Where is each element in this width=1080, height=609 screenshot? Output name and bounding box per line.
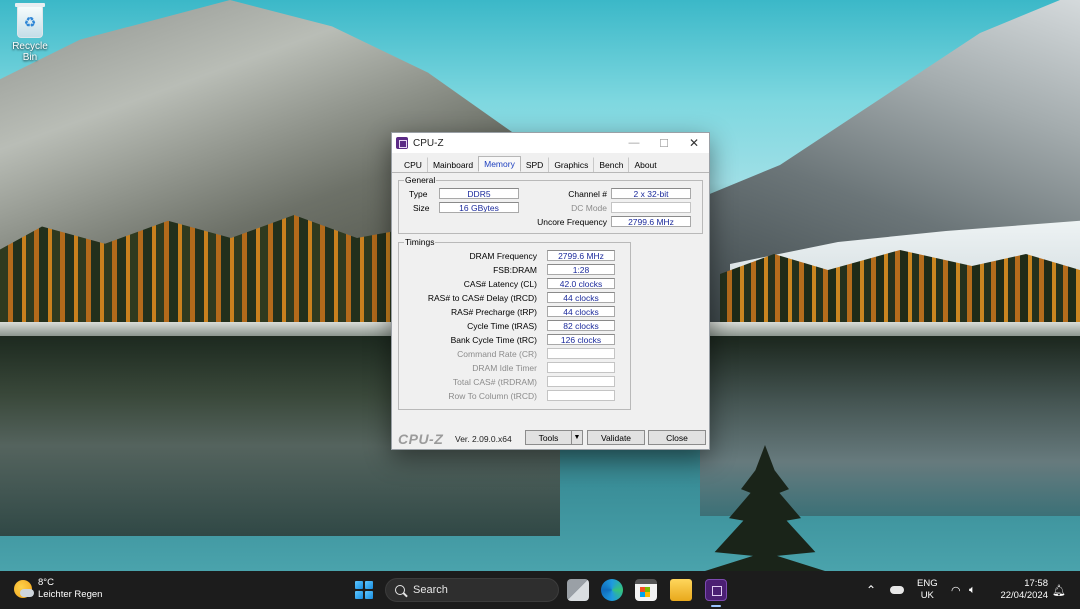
weather-icon — [14, 580, 34, 598]
cpuz-window[interactable]: CPU-Z — ☐ ✕ CPU Mainboard Memory SPD Gra… — [391, 132, 710, 450]
onedrive-tray-button[interactable] — [890, 571, 904, 609]
taskbar: 8°C Leichter Regen Search ⌃ ENG UK ◠ 🔈︎ … — [0, 571, 1080, 609]
timing-value-dram-frequency: 2799.6 MHz — [547, 250, 615, 261]
clock-date: 22/04/2024 — [1000, 590, 1048, 601]
validate-button[interactable]: Validate — [587, 430, 645, 445]
timing-label-cas-latency: CAS# Latency (CL) — [463, 279, 537, 289]
speaker-icon: 🔈︎ — [969, 583, 976, 596]
general-group-label: General — [404, 175, 437, 185]
window-footer: CPU-Z Ver. 2.09.0.x64 Tools ▼ Validate C… — [392, 429, 709, 449]
chevron-down-icon: ▼ — [573, 434, 581, 441]
timing-value-row-to-column — [547, 390, 615, 401]
wallpaper-forest-right — [720, 250, 1080, 330]
dc-mode-value — [611, 202, 691, 213]
edge-browser-icon[interactable] — [601, 579, 623, 601]
search-icon — [395, 585, 405, 595]
tab-cpu[interactable]: CPU — [398, 157, 428, 172]
timing-value-trc: 126 clocks — [547, 334, 615, 345]
timing-value-cas-latency: 42.0 clocks — [547, 278, 615, 289]
tab-bench[interactable]: Bench — [593, 157, 629, 172]
cpuz-app-icon — [396, 137, 408, 149]
uncore-frequency-value: 2799.6 MHz — [611, 216, 691, 227]
size-value: 16 GBytes — [439, 202, 519, 213]
timing-value-trcd: 44 clocks — [547, 292, 615, 303]
minimize-button[interactable]: — — [619, 133, 649, 153]
type-label: Type — [409, 189, 428, 199]
taskbar-search-box[interactable]: Search — [385, 578, 559, 602]
maximize-button[interactable]: ☐ — [649, 133, 679, 153]
recycle-bin-icon — [15, 3, 45, 38]
tab-spd[interactable]: SPD — [519, 157, 549, 172]
keyboard-layout: UK — [920, 590, 934, 601]
cloud-icon — [890, 586, 904, 594]
weather-widget[interactable]: 8°C Leichter Regen — [14, 577, 102, 601]
windows-logo-icon — [355, 581, 364, 590]
timing-label-tras: Cycle Time (tRAS) — [467, 321, 537, 331]
window-titlebar[interactable]: CPU-Z — ☐ ✕ — [392, 133, 709, 153]
clock-button[interactable]: 17:58 22/04/2024 — [994, 571, 1048, 609]
tab-mainboard[interactable]: Mainboard — [426, 157, 479, 172]
active-app-indicator — [711, 605, 721, 607]
tab-memory[interactable]: Memory — [478, 156, 521, 172]
timing-label-trcd: RAS# to CAS# Delay (tRCD) — [427, 293, 537, 303]
wifi-icon: ◠ — [951, 584, 961, 597]
close-button[interactable]: Close — [648, 430, 706, 445]
input-language-button[interactable]: ENG UK — [917, 571, 938, 609]
desktop-icon-recycle-bin[interactable]: Recycle Bin — [4, 3, 56, 63]
timing-value-total-cas — [547, 376, 615, 387]
timing-label-total-cas: Total CAS# (tRDRAM) — [452, 377, 537, 387]
file-explorer-icon[interactable] — [670, 579, 692, 601]
dc-mode-label: DC Mode — [571, 203, 607, 213]
language-code: ENG — [917, 578, 938, 589]
volume-button[interactable]: 🔈︎ — [969, 571, 976, 609]
timing-value-fsb-dram: 1:28 — [547, 264, 615, 275]
tools-button[interactable]: Tools — [525, 430, 572, 445]
channel-value: 2 x 32-bit — [611, 188, 691, 199]
timing-label-dram-frequency: DRAM Frequency — [469, 251, 537, 261]
weather-description: Leichter Regen — [38, 589, 103, 600]
timing-label-trp: RAS# Precharge (tRP) — [451, 307, 537, 317]
bell-icon: 🔔︎ — [1052, 584, 1066, 597]
chevron-up-icon: ⌃ — [866, 583, 877, 597]
type-value: DDR5 — [439, 188, 519, 199]
cpuz-brand-logo: CPU-Z — [398, 431, 444, 447]
tab-about[interactable]: About — [628, 157, 662, 172]
timing-label-fsb-dram: FSB:DRAM — [493, 265, 537, 275]
tools-dropdown-button[interactable]: ▼ — [571, 430, 583, 445]
weather-temperature: 8°C — [38, 577, 54, 588]
size-label: Size — [413, 203, 430, 213]
general-group: General Type DDR5 Size 16 GBytes Channel… — [398, 175, 703, 234]
search-placeholder: Search — [413, 584, 448, 596]
timing-label-dram-idle-timer: DRAM Idle Timer — [472, 363, 537, 373]
timing-value-trp: 44 clocks — [547, 306, 615, 317]
timing-value-dram-idle-timer — [547, 362, 615, 373]
channel-label: Channel # — [568, 189, 607, 199]
tab-bar: CPU Mainboard Memory SPD Graphics Bench … — [392, 153, 709, 173]
show-hidden-icons-button[interactable]: ⌃ — [866, 571, 876, 609]
task-view-icon[interactable] — [567, 579, 589, 601]
uncore-frequency-label: Uncore Frequency — [537, 217, 607, 227]
timing-value-command-rate — [547, 348, 615, 359]
timing-value-tras: 82 clocks — [547, 320, 615, 331]
timing-label-row-to-column: Row To Column (tRCD) — [448, 391, 537, 401]
close-window-button[interactable]: ✕ — [679, 133, 709, 153]
cpuz-taskbar-icon[interactable] — [705, 579, 727, 601]
window-title: CPU-Z — [413, 137, 444, 149]
timings-group-label: Timings — [404, 237, 436, 247]
microsoft-store-icon[interactable] — [635, 579, 657, 601]
version-label: Ver. 2.09.0.x64 — [455, 434, 512, 444]
notifications-button[interactable]: 🔔︎ — [1052, 571, 1066, 609]
desktop-icon-label: Recycle Bin — [12, 41, 48, 63]
maximize-icon: ☐ — [659, 137, 669, 150]
clock-time: 17:58 — [1024, 578, 1048, 589]
timing-label-trc: Bank Cycle Time (tRC) — [450, 335, 537, 345]
close-icon: ✕ — [688, 136, 700, 150]
network-button[interactable]: ◠ — [951, 571, 961, 609]
start-button[interactable] — [355, 581, 373, 599]
minimize-icon: — — [628, 137, 640, 149]
tab-graphics[interactable]: Graphics — [548, 157, 594, 172]
timings-group: Timings DRAM Frequency 2799.6 MHz FSB:DR… — [398, 237, 631, 410]
timing-label-command-rate: Command Rate (CR) — [457, 349, 537, 359]
